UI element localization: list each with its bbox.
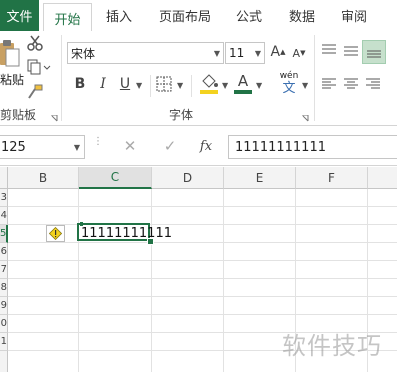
- row-header-3[interactable]: 3: [0, 189, 8, 207]
- row-header-11[interactable]: 1: [0, 333, 8, 351]
- cut-icon[interactable]: [26, 34, 44, 52]
- row-header-6[interactable]: 6: [0, 243, 8, 261]
- warning-icon[interactable]: [46, 225, 65, 242]
- column-header-e[interactable]: E: [224, 167, 296, 189]
- row-header-5[interactable]: 5: [0, 225, 8, 243]
- gridline: [8, 260, 397, 261]
- grow-font-icon: A: [270, 44, 281, 60]
- watermark-text: 软件技巧: [282, 332, 382, 360]
- chevron-down-icon[interactable]: ▼: [302, 81, 308, 90]
- column-header-f[interactable]: F: [296, 167, 368, 189]
- clipboard-group-label: 剪贴板: [0, 108, 37, 122]
- gridline: [151, 189, 152, 372]
- chevron-down-icon: ▼: [73, 142, 80, 152]
- underline-button[interactable]: U: [117, 74, 133, 94]
- tab-formulas[interactable]: 公式: [227, 0, 271, 31]
- chevron-down-icon[interactable]: ▼: [256, 81, 262, 90]
- row-header-8[interactable]: 8: [0, 279, 8, 297]
- tab-insert[interactable]: 插入: [96, 0, 142, 31]
- gridline: [8, 314, 397, 315]
- font-color-swatch: [234, 89, 252, 94]
- gridline: [8, 278, 397, 279]
- font-size-value: 11: [229, 46, 245, 60]
- column-header-d[interactable]: D: [152, 167, 224, 189]
- font-color-icon: A: [237, 71, 249, 90]
- column-header-c[interactable]: C: [79, 167, 152, 189]
- gridline: [223, 189, 224, 372]
- font-group-label: 字体: [169, 108, 194, 122]
- font-color-button[interactable]: A: [233, 71, 253, 95]
- align-right-icon[interactable]: [364, 74, 382, 94]
- grow-font-button[interactable]: A ▲: [270, 42, 286, 62]
- gridline: [8, 224, 397, 225]
- row-header-7[interactable]: 7: [0, 261, 8, 279]
- formula-input[interactable]: 11111111111: [228, 135, 397, 159]
- borders-icon[interactable]: [155, 75, 173, 93]
- chevron-down-icon[interactable]: ▼: [222, 81, 228, 90]
- chevron-down-icon: ▼: [213, 48, 220, 58]
- cancel-icon[interactable]: ✕: [118, 136, 142, 156]
- group-separator: [150, 75, 151, 97]
- phonetic-label: wén: [279, 71, 299, 81]
- tab-review[interactable]: 审阅: [332, 0, 376, 31]
- chevron-down-icon: ▼: [254, 48, 261, 58]
- phonetic-char: 文: [282, 81, 296, 96]
- name-box[interactable]: 125 ▼: [0, 135, 85, 159]
- column-header-partial[interactable]: [368, 167, 397, 189]
- cell-c5-value: 11111111111: [81, 226, 172, 241]
- select-all-corner[interactable]: [0, 167, 8, 189]
- font-size-combo[interactable]: 11 ▼: [225, 42, 265, 64]
- clipboard-launcher-icon[interactable]: [51, 111, 58, 122]
- row-header-partial[interactable]: [0, 351, 8, 372]
- row-header-9[interactable]: 9: [0, 297, 8, 315]
- ribbon: 粘贴 剪贴板 宋体 ▼ 11 ▼ A▲ A▼ B I U ▼ ▼ ▼ A ▼: [0, 31, 397, 126]
- group-separator: [61, 35, 62, 121]
- format-painter-icon[interactable]: [26, 83, 44, 101]
- paste-icon[interactable]: [0, 39, 20, 73]
- group-separator: [191, 75, 192, 97]
- enter-icon[interactable]: ✓: [158, 136, 182, 156]
- fill-color-icon[interactable]: [199, 71, 219, 95]
- font-name-combo[interactable]: 宋体 ▼: [67, 42, 224, 64]
- formula-input-value: 11111111111: [235, 139, 326, 155]
- formula-bar: 125 ▼ ⋮ ✕ ✓ fx 11111111111: [0, 127, 397, 166]
- shrink-font-icon: A: [292, 46, 301, 60]
- align-middle-icon[interactable]: [342, 40, 360, 60]
- shrink-font-button[interactable]: A ▼: [291, 44, 307, 62]
- gridline: [8, 206, 397, 207]
- chevron-down-icon[interactable]: ▼: [136, 81, 142, 90]
- gridline: [8, 296, 397, 297]
- tab-home[interactable]: 开始: [43, 3, 92, 33]
- gridline: [8, 242, 397, 243]
- bold-button[interactable]: B: [72, 74, 88, 94]
- copy-icon[interactable]: [26, 58, 52, 76]
- tab-data[interactable]: 数据: [280, 0, 324, 31]
- column-header-b[interactable]: B: [8, 167, 79, 189]
- group-separator: [314, 35, 315, 121]
- align-bottom-icon[interactable]: [362, 40, 386, 64]
- tab-file[interactable]: 文件: [0, 0, 39, 31]
- phonetic-guide-button[interactable]: wén 文: [276, 71, 302, 97]
- formula-bar-grip[interactable]: ⋮: [93, 137, 103, 155]
- ribbon-tab-bar: 文件 开始 插入 页面布局 公式 数据 审阅: [0, 0, 397, 33]
- paste-button-label[interactable]: 粘贴: [0, 71, 24, 88]
- insert-function-button[interactable]: fx: [193, 136, 219, 156]
- tab-page-layout[interactable]: 页面布局: [150, 0, 220, 31]
- font-launcher-icon[interactable]: [302, 111, 309, 122]
- chevron-down-icon[interactable]: ▼: [177, 81, 183, 90]
- name-box-value: 125: [1, 139, 26, 155]
- gridline: [78, 189, 79, 372]
- row-header-10[interactable]: 0: [0, 315, 8, 333]
- row-header-4[interactable]: 4: [0, 207, 8, 225]
- align-top-icon[interactable]: [320, 40, 338, 60]
- italic-button[interactable]: I: [95, 74, 111, 94]
- align-center-icon[interactable]: [342, 74, 360, 94]
- font-name-value: 宋体: [71, 46, 96, 61]
- align-left-icon[interactable]: [320, 74, 338, 94]
